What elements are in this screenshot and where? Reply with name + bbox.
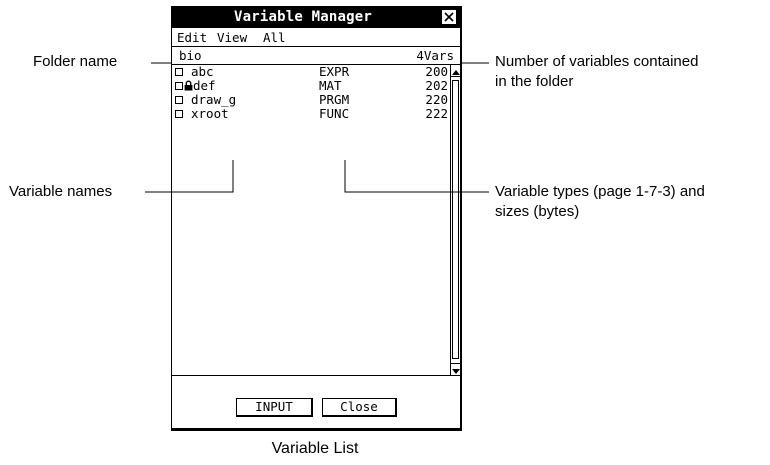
callout-folder-name: Folder name (33, 53, 118, 70)
callout-variable-types: Variable types (page 1-7-3) and sizes (b… (495, 183, 705, 220)
figure-caption: Variable List (271, 440, 359, 457)
callout-variable-count: Number of variables contained in the fol… (495, 53, 699, 90)
callout-variable-names: Variable names (9, 183, 113, 200)
